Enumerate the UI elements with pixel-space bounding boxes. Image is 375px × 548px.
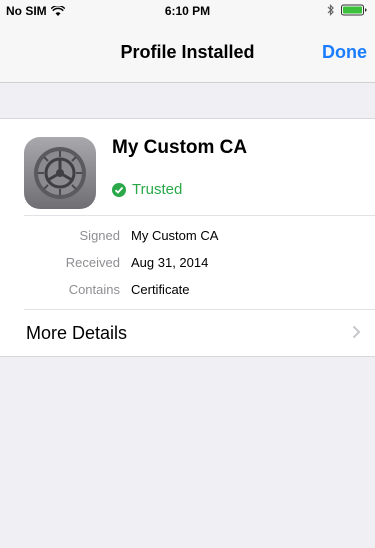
battery-icon bbox=[341, 4, 369, 16]
received-value: Aug 31, 2014 bbox=[131, 255, 209, 270]
status-right bbox=[327, 4, 369, 16]
signed-label: Signed bbox=[79, 228, 120, 243]
chevron-right-icon bbox=[352, 325, 361, 344]
signed-row: Signed My Custom CA bbox=[0, 228, 375, 248]
divider bbox=[24, 309, 375, 310]
status-time: 6:10 PM bbox=[164, 4, 211, 18]
profile-card: My Custom CA Trusted Signed My Custom CA… bbox=[0, 118, 375, 357]
trusted-status: Trusted bbox=[112, 181, 182, 198]
more-details-label: More Details bbox=[26, 323, 128, 343]
trusted-label: Trusted bbox=[132, 181, 183, 198]
settings-gear-icon bbox=[24, 137, 96, 209]
done-button[interactable]: Done bbox=[322, 42, 367, 63]
page-title: Profile Installed bbox=[120, 42, 255, 62]
bluetooth-icon bbox=[327, 4, 335, 16]
profile-name: My Custom CA bbox=[112, 137, 248, 158]
contains-value: Certificate bbox=[131, 282, 190, 297]
status-bar: No SIM 6:10 PM bbox=[0, 0, 375, 22]
divider bbox=[24, 215, 375, 216]
contains-label: Contains bbox=[68, 282, 120, 297]
nav-bar: Profile Installed Done bbox=[0, 22, 375, 83]
signed-value: My Custom CA bbox=[131, 228, 219, 243]
check-icon bbox=[112, 182, 126, 197]
more-details-row[interactable]: More Details bbox=[0, 311, 375, 355]
received-label: Received bbox=[65, 255, 120, 270]
contains-row: Contains Certificate bbox=[0, 282, 375, 302]
received-row: Received Aug 31, 2014 bbox=[0, 255, 375, 275]
